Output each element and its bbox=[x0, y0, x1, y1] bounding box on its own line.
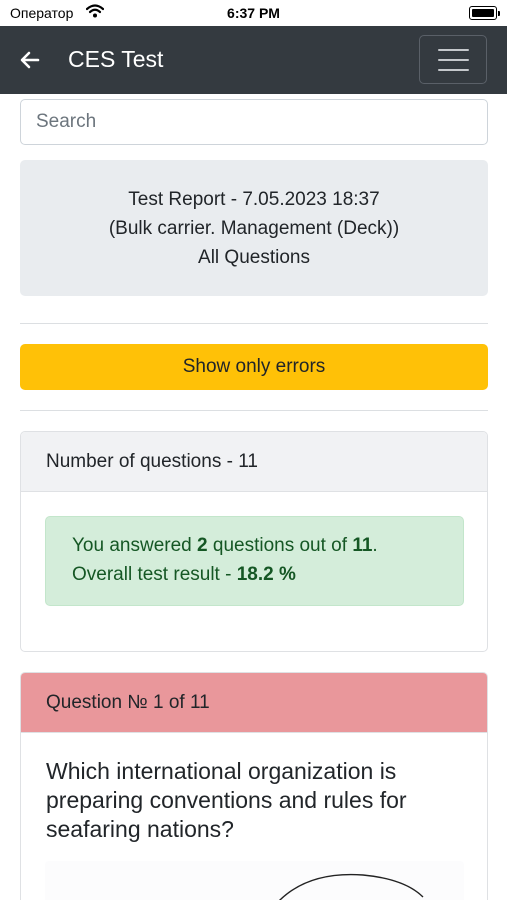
menu-toggle-button[interactable] bbox=[419, 35, 487, 84]
report-title: Test Report - 7.05.2023 18:37 bbox=[128, 189, 380, 210]
report-scope: All Questions bbox=[198, 247, 310, 268]
divider bbox=[20, 410, 488, 411]
show-errors-button[interactable]: Show only errors bbox=[20, 344, 488, 390]
status-bar: Оператор 6:37 PM bbox=[0, 0, 507, 26]
divider bbox=[20, 323, 488, 324]
report-category: (Bulk carrier. Management (Deck)) bbox=[108, 218, 400, 239]
question-image bbox=[45, 861, 464, 900]
main-content: Test Report - 7.05.2023 18:37 (Bulk carr… bbox=[0, 94, 507, 900]
answered-count: 2 bbox=[197, 535, 208, 556]
status-time: 6:37 PM bbox=[227, 5, 280, 21]
result-line: Overall test result - 18.2 % bbox=[72, 564, 296, 585]
answered-line: You answered 2 questions out of 11. bbox=[72, 535, 378, 556]
question-text: Which international organization is prep… bbox=[46, 758, 407, 842]
total-count: 11 bbox=[352, 535, 373, 556]
report-info: Test Report - 7.05.2023 18:37 (Bulk carr… bbox=[20, 160, 488, 296]
navbar: CES Test bbox=[0, 26, 507, 94]
result-alert: You answered 2 questions out of 11. Over… bbox=[45, 516, 464, 606]
battery-icon bbox=[469, 6, 500, 20]
back-arrow-icon[interactable] bbox=[18, 48, 42, 72]
summary-header: Number of questions - 11 bbox=[21, 432, 487, 492]
hamburger-icon bbox=[438, 69, 469, 71]
hamburger-icon bbox=[438, 49, 469, 51]
app-title: CES Test bbox=[68, 46, 164, 72]
question-header: Question № 1 of 11 bbox=[21, 673, 487, 733]
summary-card: Number of questions - 11 You answered 2 … bbox=[20, 431, 488, 652]
result-value: 18.2 % bbox=[236, 564, 296, 585]
hamburger-icon bbox=[438, 59, 469, 61]
question-card: Question № 1 of 11 Which international o… bbox=[20, 672, 488, 900]
search-input[interactable] bbox=[20, 99, 488, 145]
